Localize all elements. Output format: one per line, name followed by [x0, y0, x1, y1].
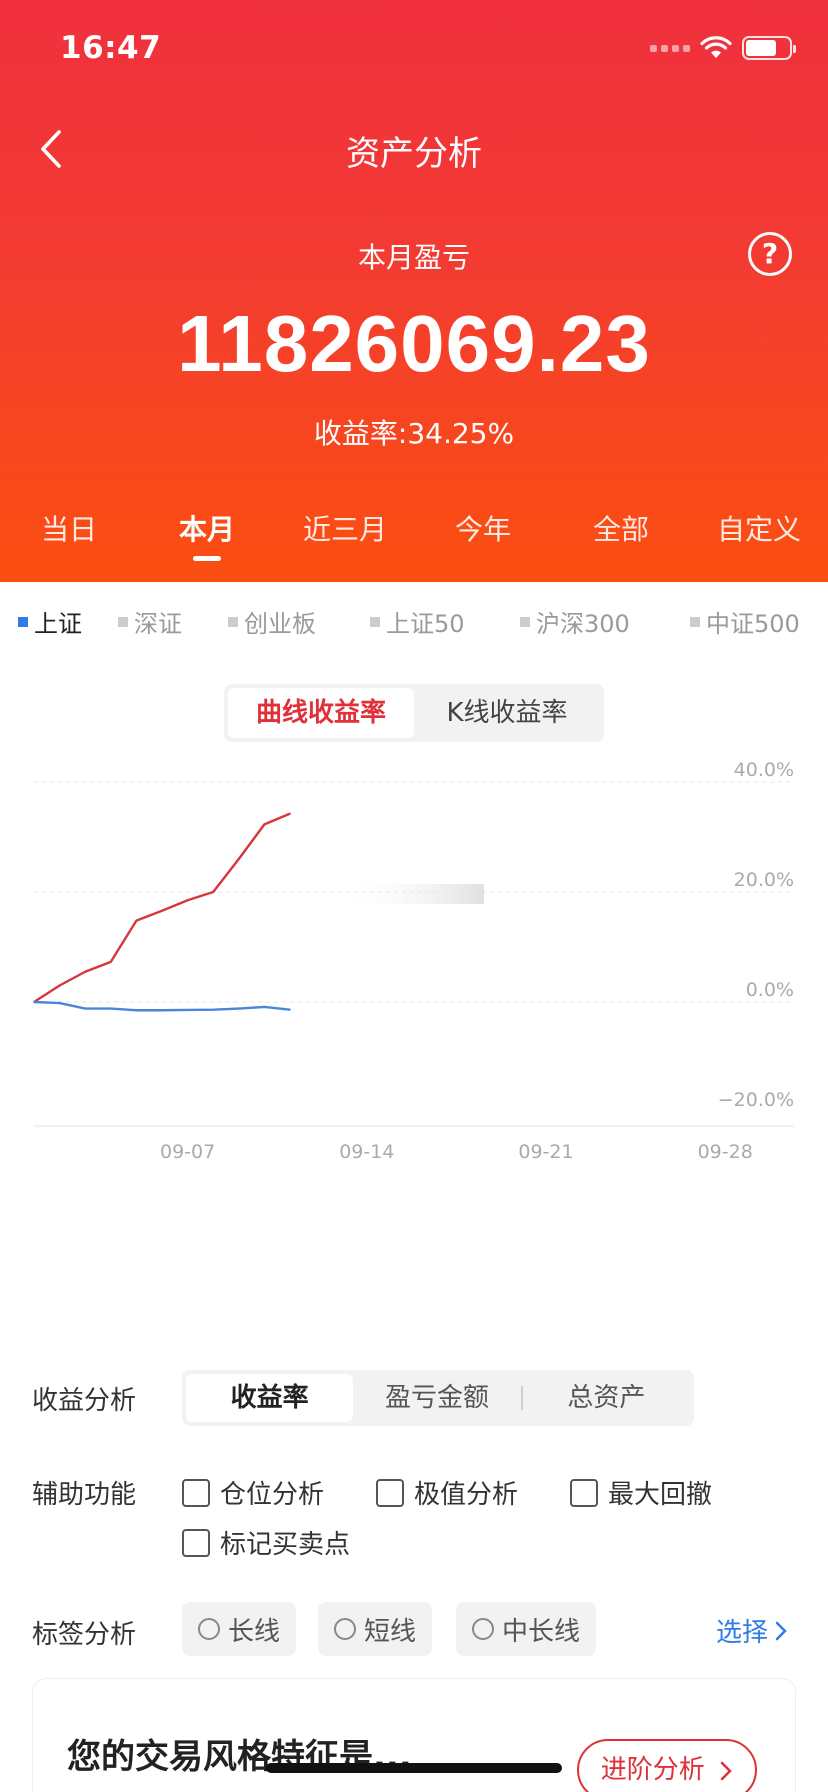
- x-tick-label: 09-28: [698, 1141, 753, 1163]
- account-yield-point: [289, 812, 291, 815]
- period-label: 本月盈亏: [357, 241, 470, 274]
- aux-function-label: 辅助功能: [32, 1480, 137, 1510]
- index-yield-point: [289, 1008, 291, 1011]
- chart-type-toggle: 曲线收益率 K线收益率: [224, 684, 604, 742]
- radio-icon: [198, 1618, 220, 1640]
- profit-analysis-label: 收益分析: [32, 1386, 137, 1416]
- period-tabs: 当日 本月 近三月 今年 全部 自定义: [0, 508, 828, 568]
- index-shenzhen[interactable]: 深证: [118, 604, 182, 639]
- home-indicator: [266, 1763, 562, 1773]
- x-tick-label: 09-07: [160, 1141, 215, 1163]
- tag-mid-long-term[interactable]: 中长线: [456, 1602, 597, 1656]
- index-yield-point: [238, 1007, 240, 1010]
- account-yield-point: [110, 961, 112, 963]
- select-tags-link[interactable]: 选择: [716, 1612, 788, 1649]
- index-sse50[interactable]: 上证50: [370, 604, 465, 639]
- option-total-assets[interactable]: 总资产: [523, 1374, 690, 1422]
- account-yield-point: [186, 899, 189, 902]
- tab-this-year[interactable]: 今年: [414, 508, 552, 568]
- status-icons: [650, 36, 796, 60]
- yield-label: 收益率:: [313, 417, 408, 450]
- max-drawdown-checkbox[interactable]: 最大回撤: [570, 1474, 712, 1511]
- profit-amount: 11826069.23: [177, 299, 651, 388]
- account-yield-point: [58, 984, 61, 987]
- index-chinext[interactable]: 创业板: [228, 604, 316, 639]
- position-analysis-checkbox[interactable]: 仓位分析: [182, 1474, 324, 1511]
- index-yield-point: [84, 1007, 86, 1010]
- battery-icon: [742, 36, 796, 60]
- chevron-right-icon: [720, 1761, 732, 1780]
- index-csi300[interactable]: 沪深300: [520, 604, 630, 639]
- account-yield-point: [135, 919, 138, 922]
- tag-analysis-label: 标签分析: [32, 1620, 137, 1650]
- signal-icon: [650, 44, 690, 52]
- tab-three-months[interactable]: 近三月: [276, 508, 414, 568]
- extreme-analysis-checkbox[interactable]: 极值分析: [376, 1474, 518, 1511]
- option-yield-rate[interactable]: 收益率: [186, 1374, 354, 1422]
- index-yield-line: [33, 1000, 291, 1012]
- index-yield-point: [186, 1009, 189, 1011]
- index-yield-point: [263, 1006, 266, 1008]
- chevron-right-icon: [775, 1621, 787, 1640]
- index-yield-point: [58, 1002, 61, 1004]
- x-tick-label: 09-21: [518, 1141, 573, 1163]
- radio-icon: [334, 1618, 356, 1640]
- x-tick-label: 09-14: [339, 1141, 394, 1163]
- account-yield-point: [263, 823, 266, 826]
- index-yield-point: [135, 1009, 138, 1012]
- y-tick-label: 0.0%: [746, 979, 794, 1001]
- curve-yield-option[interactable]: 曲线收益率: [228, 688, 414, 738]
- tab-this-month[interactable]: 本月: [138, 508, 276, 568]
- help-icon[interactable]: ?: [748, 232, 792, 276]
- y-tick-label: 20.0%: [734, 869, 794, 891]
- index-yield-point: [161, 1009, 163, 1012]
- tooltip-hint: [340, 884, 484, 904]
- header-hero: 16:47 资产分析 本月盈亏 ? 11826069.23 收益率:34.25%…: [0, 0, 828, 582]
- kline-yield-option[interactable]: K线收益率: [414, 688, 600, 738]
- active-tab-indicator: [193, 556, 221, 561]
- y-tick-label: −20.0%: [718, 1089, 794, 1111]
- y-tick-label: 40.0%: [734, 759, 794, 781]
- yield-value: 34.25%: [407, 417, 515, 450]
- radio-icon: [472, 1618, 494, 1640]
- advanced-analysis-button[interactable]: 进阶分析: [576, 1739, 757, 1792]
- index-yield-point: [33, 1001, 35, 1003]
- status-time: 16:47: [60, 30, 162, 66]
- tag-short-term[interactable]: 短线: [318, 1602, 433, 1656]
- index-csi500[interactable]: 中证500: [690, 604, 800, 639]
- trading-style-card: 您的交易风格特征是... 进阶分析: [32, 1678, 796, 1792]
- tag-long-term[interactable]: 长线: [182, 1602, 297, 1656]
- account-yield-point: [238, 858, 240, 860]
- tab-today[interactable]: 当日: [0, 508, 138, 568]
- account-yield-point: [212, 891, 214, 893]
- option-profit-amount[interactable]: 盈亏金额: [353, 1374, 520, 1422]
- index-yield-point: [110, 1007, 112, 1010]
- index-yield-point: [212, 1008, 214, 1011]
- tab-custom[interactable]: 自定义: [690, 508, 828, 568]
- mark-trade-points-checkbox[interactable]: 标记买卖点: [182, 1524, 350, 1561]
- wifi-icon: [700, 36, 732, 58]
- index-selector: 上证 深证 创业板 上证50 沪深300 中证500: [0, 604, 828, 644]
- index-shanghai[interactable]: 上证: [18, 604, 82, 639]
- account-yield-point: [161, 909, 163, 912]
- account-yield-line: [33, 812, 291, 1004]
- tab-all[interactable]: 全部: [552, 508, 690, 568]
- account-yield-point: [84, 970, 86, 973]
- profit-analysis-segment: 收益率 盈亏金额 总资产: [182, 1370, 694, 1426]
- page-title: 资产分析: [346, 134, 482, 174]
- yield-rate: 收益率:34.25%: [0, 412, 828, 452]
- yield-chart: 40.0% 20.0% 0.0% −20.0% 09-07 09-14 09-21 09-28: [33, 759, 794, 1163]
